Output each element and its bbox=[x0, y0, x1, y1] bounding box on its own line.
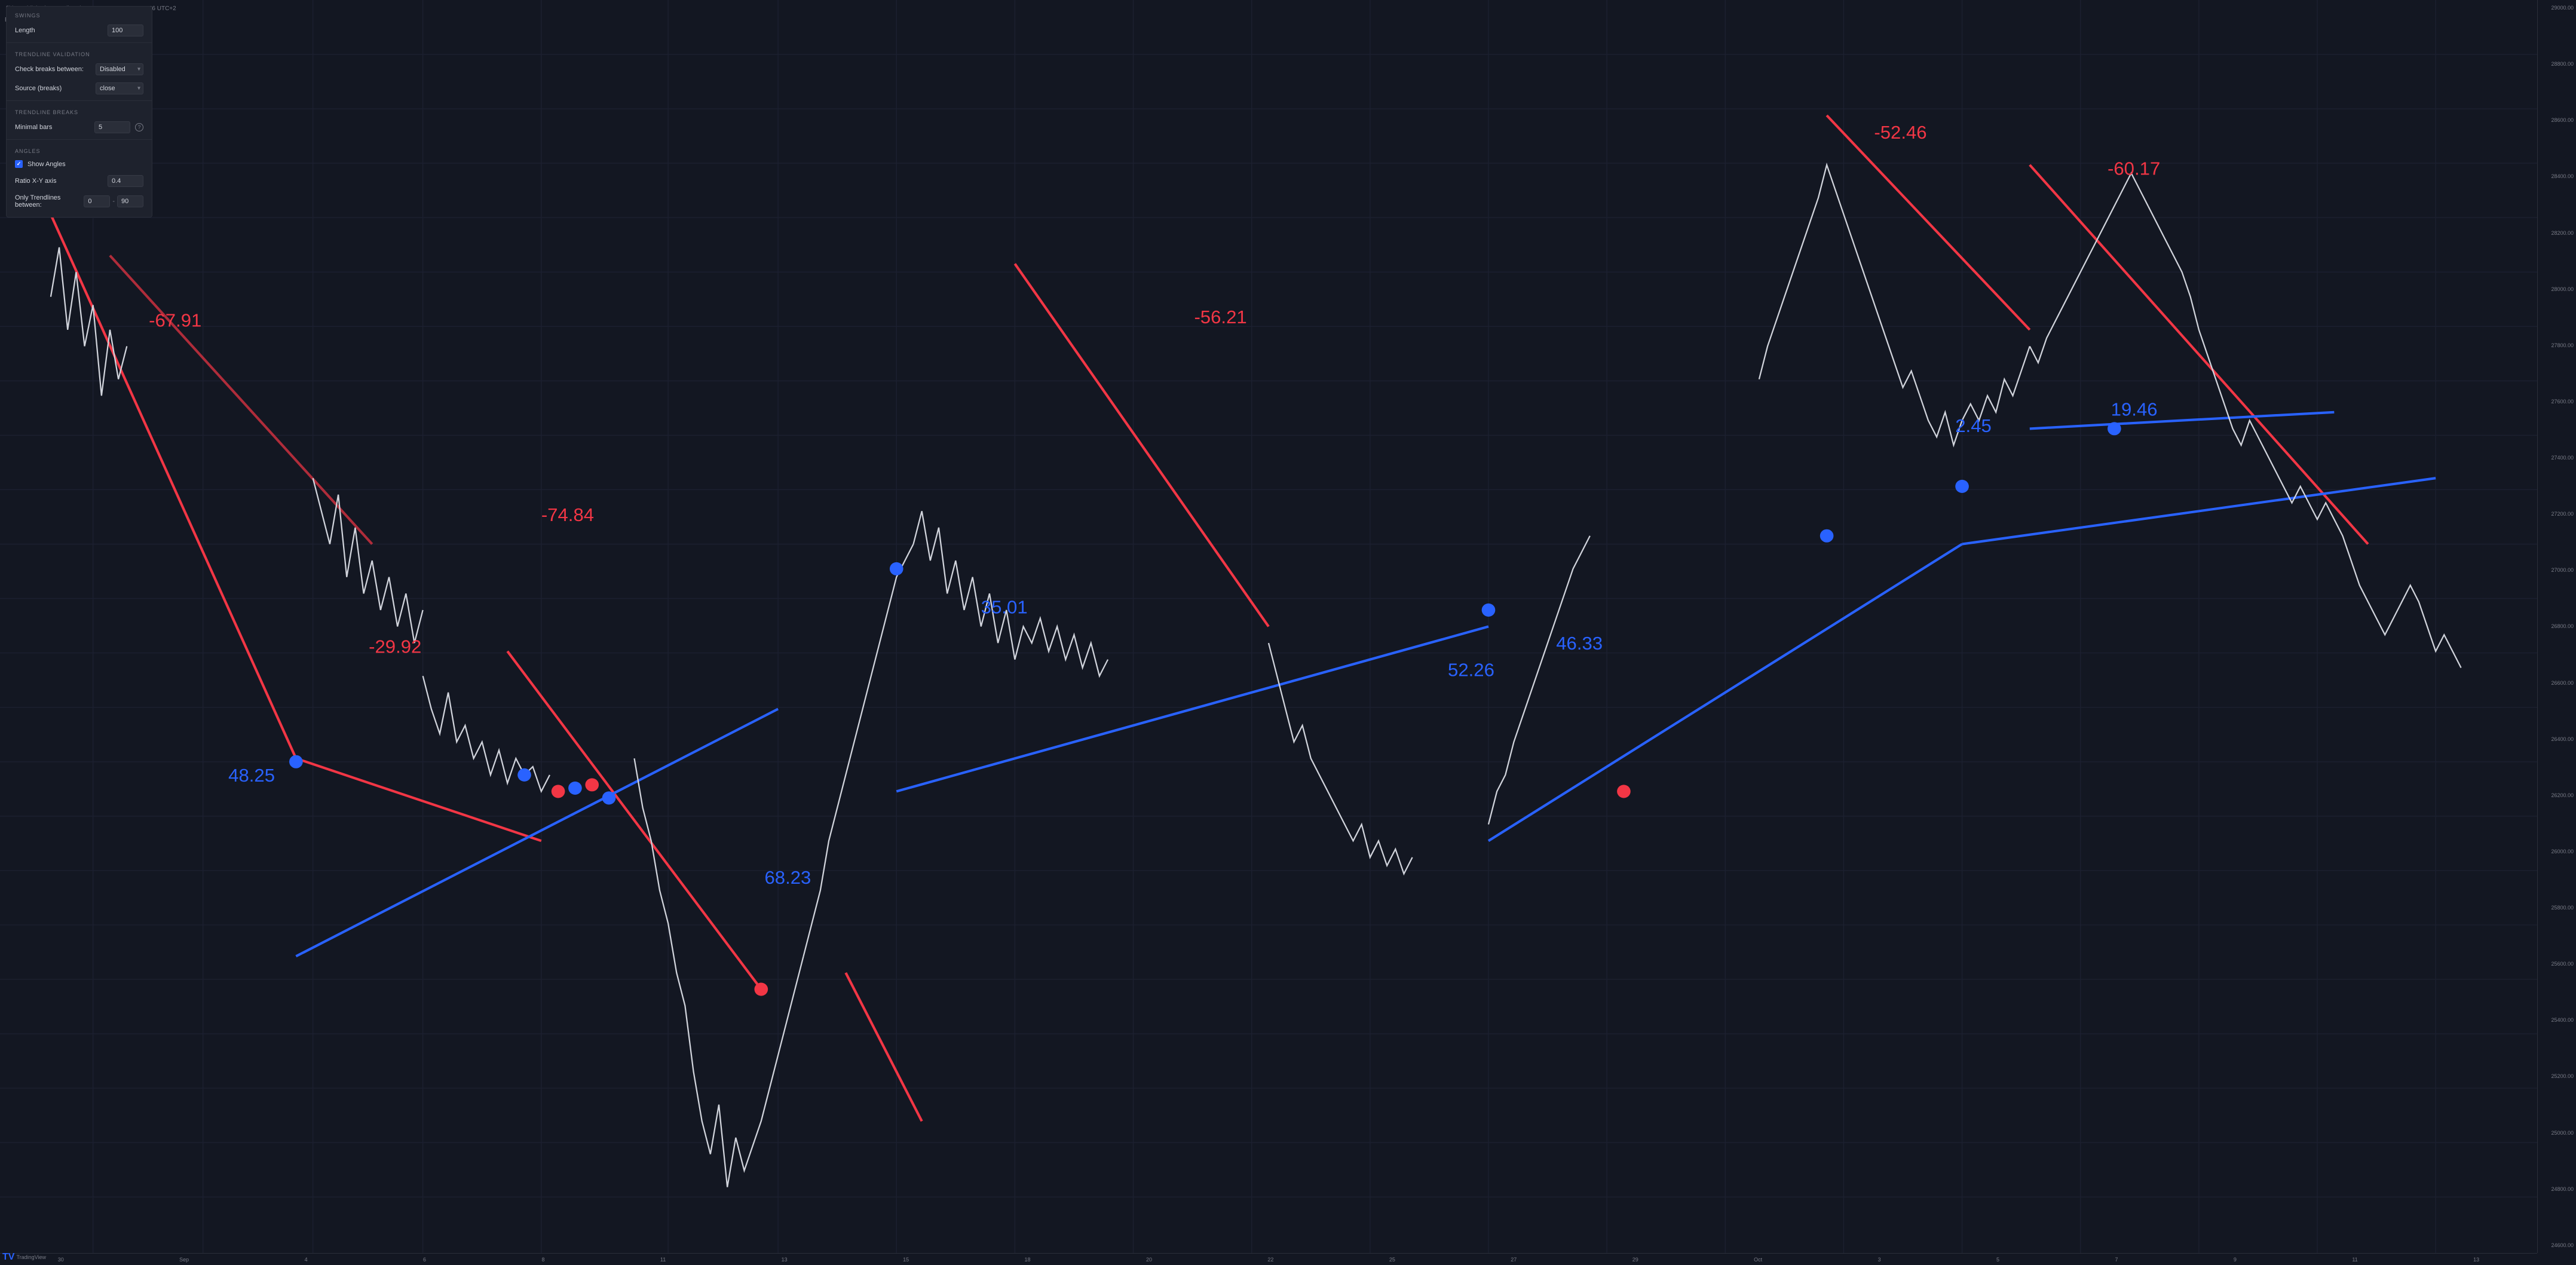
y-label-24600: 24600.00 bbox=[2540, 1242, 2574, 1248]
trendlines-min-input[interactable] bbox=[84, 195, 110, 207]
show-angles-checkbox[interactable] bbox=[15, 160, 23, 168]
y-label-26200: 26200.00 bbox=[2540, 792, 2574, 798]
chart-svg: -60.11 -67.91 -29.92 -74.84 -56.21 -52.4… bbox=[0, 0, 2537, 1253]
y-label-25200: 25200.00 bbox=[2540, 1073, 2574, 1079]
y-label-27000: 27000.00 bbox=[2540, 567, 2574, 573]
x-label-7: 7 bbox=[2115, 1257, 2118, 1263]
x-label-18: 18 bbox=[1025, 1257, 1031, 1263]
source-breaks-select[interactable]: close open high low bbox=[96, 82, 143, 94]
x-label-30: 30 bbox=[58, 1257, 64, 1263]
y-label-27200: 27200.00 bbox=[2540, 511, 2574, 517]
x-label-3: 3 bbox=[1878, 1257, 1881, 1263]
svg-text:19.46: 19.46 bbox=[2111, 399, 2158, 420]
x-label-4: 4 bbox=[305, 1257, 308, 1263]
y-label-28200: 28200.00 bbox=[2540, 230, 2574, 236]
length-label: Length bbox=[15, 27, 103, 34]
x-label-15: 15 bbox=[903, 1257, 909, 1263]
x-label-13: 13 bbox=[782, 1257, 788, 1263]
svg-text:52.26: 52.26 bbox=[1448, 660, 1494, 681]
y-label-27800: 27800.00 bbox=[2540, 342, 2574, 348]
swings-section-label: SWINGS bbox=[7, 7, 152, 21]
y-label-26800: 26800.00 bbox=[2540, 623, 2574, 629]
tv-logo-icon: TV bbox=[2, 1252, 14, 1263]
check-breaks-select-wrapper[interactable]: Disabled Enabled bbox=[96, 63, 143, 75]
x-label-29: 29 bbox=[1632, 1257, 1638, 1263]
y-axis: 29000.00 28800.00 28600.00 28400.00 2820… bbox=[2537, 0, 2576, 1253]
x-label-5: 5 bbox=[1996, 1257, 1999, 1263]
source-breaks-select-wrapper[interactable]: close open high low bbox=[96, 82, 143, 94]
y-label-26400: 26400.00 bbox=[2540, 736, 2574, 742]
top-bar: fikira published on TradingView.com, Oct… bbox=[0, 0, 2576, 17]
svg-text:68.23: 68.23 bbox=[764, 867, 811, 888]
svg-text:46.33: 46.33 bbox=[1556, 633, 1603, 654]
ratio-row: Ratio X-Y axis bbox=[7, 171, 152, 191]
svg-text:2.45: 2.45 bbox=[1955, 415, 1992, 436]
trendline-breaks-label: TRENDLINE BREAKS bbox=[7, 103, 152, 118]
y-label-24800: 24800.00 bbox=[2540, 1186, 2574, 1192]
y-label-25000: 25000.00 bbox=[2540, 1130, 2574, 1136]
y-label-27600: 27600.00 bbox=[2540, 399, 2574, 405]
y-label-27400: 27400.00 bbox=[2540, 455, 2574, 461]
divider-1 bbox=[7, 42, 152, 43]
x-label-oct: Oct bbox=[1754, 1257, 1762, 1263]
x-label-27: 27 bbox=[1511, 1257, 1517, 1263]
show-angles-label: Show Angles bbox=[27, 161, 66, 168]
minimal-bars-label: Minimal bars bbox=[15, 124, 90, 131]
y-label-28600: 28600.00 bbox=[2540, 117, 2574, 123]
divider-2 bbox=[7, 100, 152, 101]
x-label-11: 11 bbox=[660, 1257, 666, 1263]
tradingview-logo: TV TradingView bbox=[2, 1252, 46, 1263]
svg-text:-67.91: -67.91 bbox=[149, 310, 201, 331]
x-label-20: 20 bbox=[1146, 1257, 1152, 1263]
settings-panel: SWINGS Length TRENDLINE VALIDATION Check… bbox=[6, 6, 152, 218]
ratio-input[interactable] bbox=[108, 175, 143, 187]
x-label-6: 6 bbox=[423, 1257, 426, 1263]
check-breaks-select[interactable]: Disabled Enabled bbox=[96, 63, 143, 75]
x-axis: 30 Sep 4 6 8 11 13 15 18 20 22 25 27 29 … bbox=[0, 1253, 2537, 1265]
y-label-28000: 28000.00 bbox=[2540, 286, 2574, 292]
y-label-28400: 28400.00 bbox=[2540, 173, 2574, 179]
check-breaks-row: Check breaks between: Disabled Enabled bbox=[7, 60, 152, 79]
x-label-25: 25 bbox=[1389, 1257, 1395, 1263]
y-label-25800: 25800.00 bbox=[2540, 905, 2574, 911]
x-label-13b: 13 bbox=[2473, 1257, 2479, 1263]
tv-logo-text: TradingView bbox=[16, 1254, 46, 1260]
source-breaks-row: Source (breaks) close open high low bbox=[7, 79, 152, 98]
x-label-sep: Sep bbox=[179, 1257, 189, 1263]
x-label-22: 22 bbox=[1267, 1257, 1273, 1263]
svg-text:-52.46: -52.46 bbox=[1874, 122, 1926, 143]
x-label-11b: 11 bbox=[2352, 1257, 2357, 1263]
bottom-spacer bbox=[7, 212, 152, 217]
trendlines-between-row: Only Trendlines between: - bbox=[7, 191, 152, 212]
svg-text:48.25: 48.25 bbox=[228, 765, 275, 786]
minimal-bars-input[interactable] bbox=[94, 121, 130, 133]
show-angles-row[interactable]: Show Angles bbox=[7, 157, 152, 171]
length-row: Length bbox=[7, 21, 152, 40]
y-label-26000: 26000.00 bbox=[2540, 849, 2574, 854]
y-label-25400: 25400.00 bbox=[2540, 1017, 2574, 1023]
svg-text:-74.84: -74.84 bbox=[541, 504, 594, 525]
x-label-9: 9 bbox=[2234, 1257, 2237, 1263]
length-input[interactable] bbox=[108, 24, 143, 36]
trendlines-between-label: Only Trendlines between: bbox=[15, 194, 81, 209]
y-label-28800: 28800.00 bbox=[2540, 61, 2574, 67]
svg-text:35.01: 35.01 bbox=[981, 597, 1028, 618]
minimal-bars-row: Minimal bars ? bbox=[7, 118, 152, 137]
svg-text:-60.17: -60.17 bbox=[2108, 158, 2160, 179]
ratio-label: Ratio X-Y axis bbox=[15, 177, 103, 185]
svg-text:-56.21: -56.21 bbox=[1194, 307, 1246, 327]
y-label-25600: 25600.00 bbox=[2540, 961, 2574, 967]
divider-3 bbox=[7, 139, 152, 140]
trendlines-max-input[interactable] bbox=[117, 195, 143, 207]
trendline-validation-label: TRENDLINE VALIDATION bbox=[7, 45, 152, 60]
chart-area[interactable]: fikira published on TradingView.com, Oct… bbox=[0, 0, 2576, 1265]
info-icon[interactable]: ? bbox=[135, 123, 143, 131]
source-breaks-label: Source (breaks) bbox=[15, 85, 91, 92]
check-breaks-label: Check breaks between: bbox=[15, 66, 91, 73]
x-label-8: 8 bbox=[541, 1257, 544, 1263]
y-label-26600: 26600.00 bbox=[2540, 680, 2574, 686]
angles-section-label: ANGLES bbox=[7, 142, 152, 157]
svg-text:-29.92: -29.92 bbox=[369, 636, 421, 657]
range-separator: - bbox=[112, 198, 115, 205]
